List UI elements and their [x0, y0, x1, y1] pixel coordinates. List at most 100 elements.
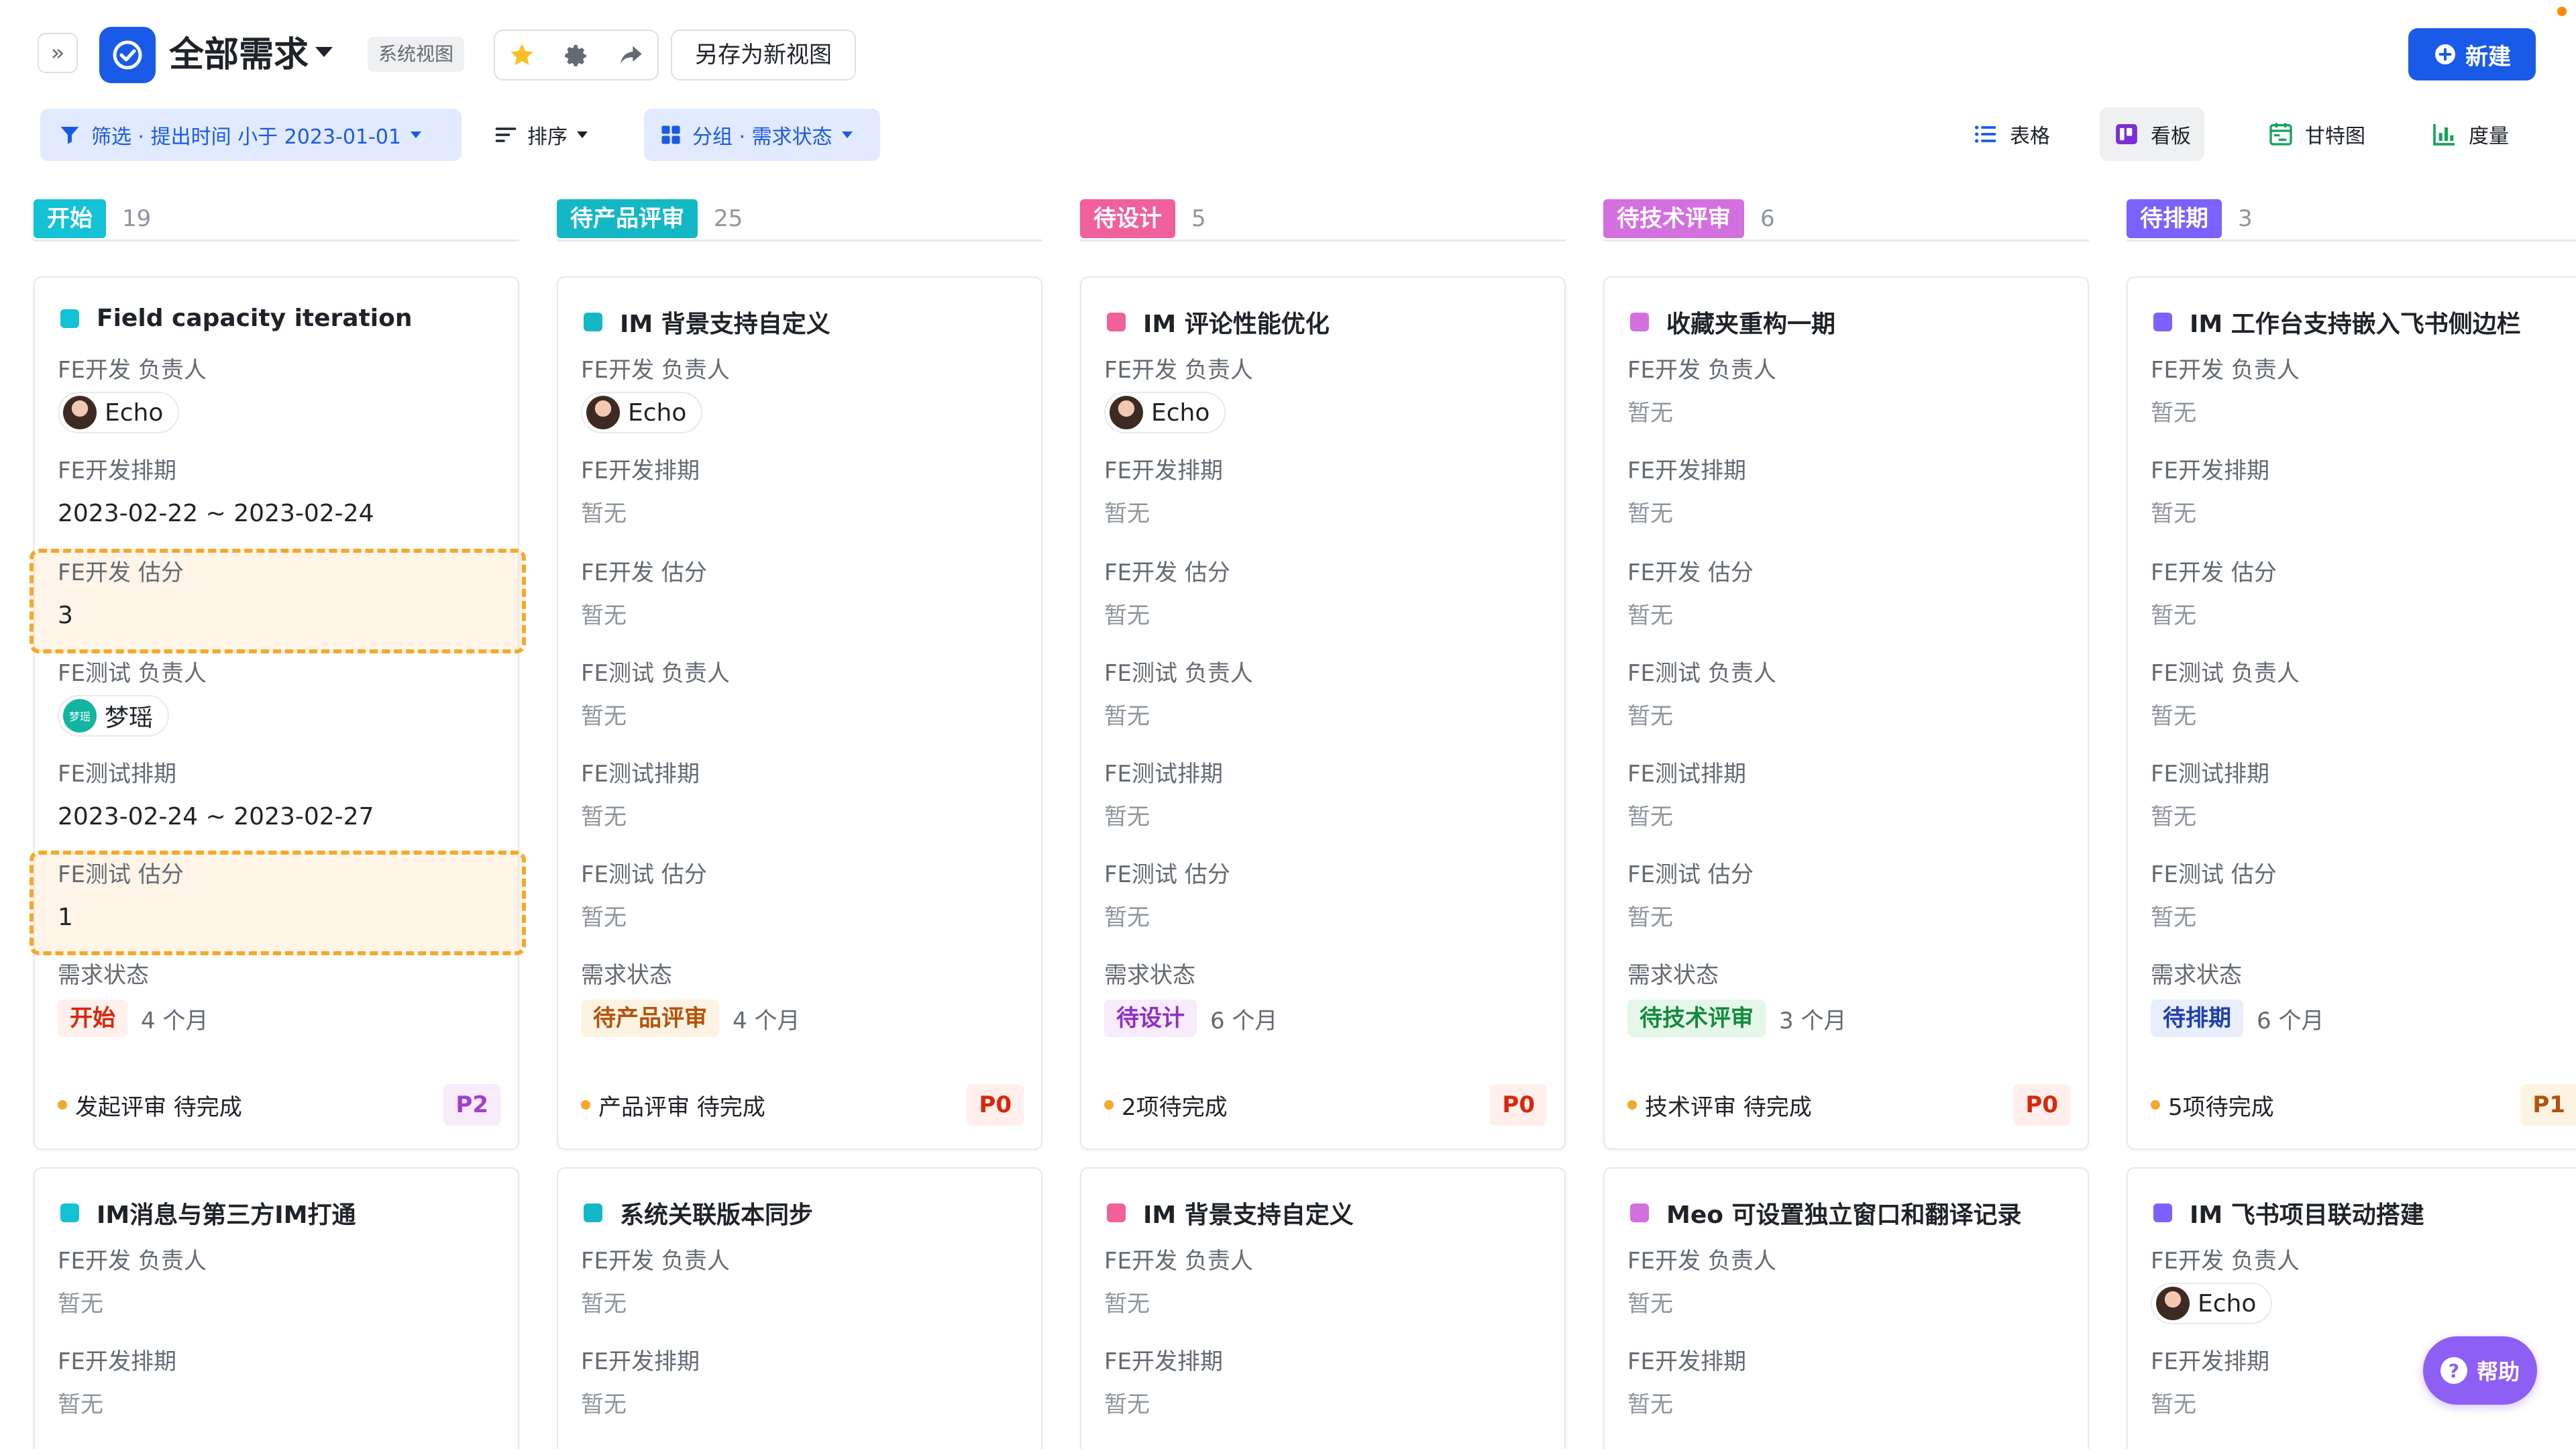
card-footer: 技术评审 待完成 P0 — [1627, 1081, 2070, 1128]
field-test-estimate: FE测试 估分 暂无 — [581, 861, 707, 931]
field-dev-estimate: FE开发 估分 暂无 — [581, 559, 707, 629]
kanban-column-pending-schedule: 待排期 3 IM 工作台支持嵌入飞书侧边栏 FE开发 负责人 暂无 FE开发排期… — [2127, 199, 2576, 1449]
priority-badge: P0 — [967, 1084, 1024, 1126]
requirement-card[interactable]: Field capacity iteration FE开发 负责人 Echo F… — [30, 276, 526, 1150]
status-color-square — [60, 309, 79, 328]
column-count: 19 — [122, 205, 152, 232]
caret-down-icon — [411, 131, 422, 138]
priority-badge: P0 — [1490, 1084, 1547, 1126]
card-title: IM 飞书项目联动搭建 — [2190, 1201, 2424, 1229]
avatar — [63, 396, 97, 429]
status-duration: 4 个月 — [733, 1007, 800, 1034]
field-dev-owner: FE开发 负责人 暂无 — [1104, 1248, 1253, 1318]
sort-icon — [495, 127, 517, 142]
view-kanban-button[interactable]: 看板 — [2100, 107, 2204, 161]
filter-button[interactable]: 筛选 · 提出时间 小于 2023-01-01 — [40, 109, 462, 161]
list-icon — [1975, 125, 1996, 143]
field-status: 需求状态 待设计 6 个月 — [1104, 959, 1547, 1037]
requirement-card[interactable]: IM 背景支持自定义 FE开发 负责人 暂无 FE开发排期 暂无 — [1080, 1167, 1566, 1449]
card-footer: 发起评审 待完成 P2 — [58, 1081, 500, 1128]
field-dev-schedule: FE开发排期 暂无 — [58, 1348, 177, 1418]
status-badge: 开始 — [58, 1000, 127, 1037]
field-dev-owner: FE开发 负责人 暂无 — [2151, 357, 2300, 427]
chart-icon — [2433, 124, 2455, 146]
column-header: 待设计 5 — [1080, 199, 1566, 241]
column-header: 待产品评审 25 — [557, 199, 1042, 241]
view-table-button[interactable]: 表格 — [1959, 107, 2063, 161]
column-tag: 开始 — [34, 199, 106, 238]
person-chip[interactable]: Echo — [2151, 1283, 2273, 1324]
requirement-card[interactable]: 系统关联版本同步 FE开发 负责人 暂无 FE开发排期 暂无 — [557, 1167, 1042, 1449]
field-dev-schedule: FE开发排期 暂无 — [581, 458, 700, 527]
field-dev-owner: FE开发 负责人 Echo — [1104, 354, 1547, 433]
view-metrics-button[interactable]: 度量 — [2418, 107, 2522, 161]
new-button-label: 新建 — [2465, 43, 2511, 70]
column-tag: 待技术评审 — [1603, 199, 1744, 238]
kanban-icon — [2116, 124, 2137, 144]
star-icon[interactable] — [502, 35, 542, 75]
share-icon[interactable] — [610, 35, 651, 75]
help-button[interactable]: ? 帮助 — [2423, 1336, 2537, 1405]
save-as-new-view-button[interactable]: 另存为新视图 — [671, 30, 856, 80]
status-color-square — [1107, 1203, 1126, 1222]
field-status: 需求状态 待排期 6 个月 — [2151, 959, 2576, 1037]
requirement-card[interactable]: IM 飞书项目联动搭建 FE开发 负责人 Echo FE开发排期 暂无 — [2127, 1167, 2576, 1449]
field-dev-owner: FE开发 负责人 暂无 — [581, 1248, 730, 1318]
requirement-card[interactable]: IM 评论性能优化 FE开发 负责人 Echo FE开发排期 暂无 FE开发 估… — [1080, 276, 1566, 1150]
person-chip[interactable]: Echo — [581, 392, 703, 433]
requirement-card[interactable]: Meo 可设置独立窗口和翻译记录 FE开发 负责人 暂无 FE开发排期 暂无 — [1603, 1167, 2089, 1449]
field-dev-estimate: FE开发 估分 暂无 — [2151, 559, 2277, 629]
plus-circle-icon — [2435, 44, 2455, 64]
requirement-card[interactable]: IM 工作台支持嵌入飞书侧边栏 FE开发 负责人 暂无 FE开发排期 暂无 FE… — [2127, 276, 2576, 1150]
pending-dot-icon — [1627, 1100, 1637, 1110]
caret-down-icon — [577, 131, 588, 138]
field-dev-owner: FE开发 负责人 暂无 — [58, 1248, 207, 1318]
sort-button[interactable]: 排序 — [494, 109, 588, 161]
expand-sidebar-button[interactable]: » — [38, 33, 78, 73]
view-kanban-label: 看板 — [2151, 125, 2191, 148]
field-test-owner: FE测试 负责人 暂无 — [2151, 660, 2300, 730]
new-button[interactable]: 新建 — [2408, 28, 2536, 80]
kanban-column-start: 开始 19 Field capacity iteration FE开发 负责人 … — [30, 199, 526, 1449]
field-test-owner: FE测试 负责人 暂无 — [581, 660, 730, 730]
column-header: 开始 19 — [34, 199, 519, 241]
card-title: IM 评论性能优化 — [1143, 311, 1330, 338]
card-title: 系统关联版本同步 — [620, 1201, 814, 1229]
group-icon — [661, 125, 680, 144]
chevron-down-icon[interactable] — [315, 47, 333, 57]
field-dev-owner: FE开发 负责人 暂无 — [1627, 1248, 1776, 1318]
column-tag: 待设计 — [1080, 199, 1175, 238]
field-dev-owner: FE开发 负责人 Echo — [581, 354, 1024, 433]
gear-icon[interactable] — [556, 35, 596, 75]
caret-down-icon — [841, 131, 853, 138]
pending-task-text: 2项待完成 — [1122, 1093, 1228, 1121]
priority-badge: P0 — [2013, 1084, 2070, 1126]
system-view-badge: 系统视图 — [368, 37, 465, 72]
page-title[interactable]: 全部需求 — [169, 30, 309, 80]
view-gantt-button[interactable]: 甘特图 — [2254, 107, 2379, 161]
field-dev-schedule: FE开发排期 暂无 — [2151, 458, 2270, 527]
field-test-estimate: FE测试 估分 暂无 — [2151, 861, 2277, 931]
field-dev-schedule: FE开发排期 2023-02-22 ~ 2023-02-24 — [58, 458, 374, 527]
question-icon: ? — [2440, 1357, 2467, 1384]
requirement-card[interactable]: IM消息与第三方IM打通 FE开发 负责人 暂无 FE开发排期 暂无 — [34, 1167, 519, 1449]
field-test-schedule: FE测试排期 暂无 — [2151, 761, 2270, 830]
field-dev-schedule: FE开发排期 暂无 — [1104, 1348, 1224, 1418]
column-count: 6 — [1760, 205, 1775, 232]
status-badge: 待设计 — [1104, 1000, 1197, 1037]
requirement-card[interactable]: 收藏夹重构一期 FE开发 负责人 暂无 FE开发排期 暂无 FE开发 估分 暂无… — [1603, 276, 2089, 1150]
person-chip[interactable]: Echo — [1104, 392, 1226, 433]
pending-dot-icon — [58, 1100, 67, 1110]
field-test-schedule: FE测试排期 2023-02-24 ~ 2023-02-27 — [58, 761, 374, 830]
column-header: 待技术评审 6 — [1603, 199, 2089, 241]
top-bar: » 全部需求 系统视图 另存为新视图 新建 — [0, 0, 2576, 107]
group-button[interactable]: 分组 · 需求状态 — [644, 109, 880, 161]
person-chip[interactable]: 梦瑶 梦瑶 — [58, 695, 170, 737]
field-test-schedule: FE测试排期 暂无 — [1104, 761, 1224, 830]
status-color-square — [60, 1203, 79, 1222]
card-title: 收藏夹重构一期 — [1666, 311, 1836, 338]
field-test-estimate: FE测试 估分 暂无 — [1104, 861, 1230, 931]
status-duration: 6 个月 — [2257, 1007, 2324, 1034]
requirement-card[interactable]: IM 背景支持自定义 FE开发 负责人 Echo FE开发排期 暂无 FE开发 … — [557, 276, 1042, 1150]
person-chip[interactable]: Echo — [58, 392, 180, 433]
